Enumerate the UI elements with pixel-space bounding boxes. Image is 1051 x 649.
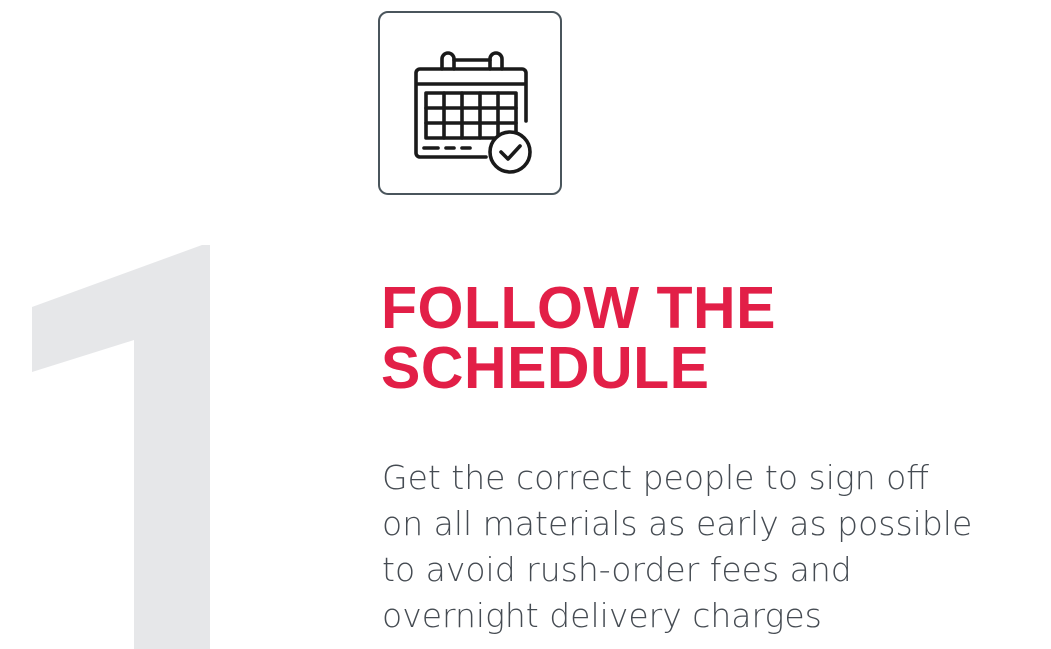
- step-description-line-3: to avoid rush-order fees and: [382, 550, 852, 589]
- step-title: FOLLOW THE SCHEDULE: [381, 278, 776, 398]
- step-description: Get the correct people to sign off on al…: [382, 455, 1042, 639]
- icon-card: [378, 11, 562, 195]
- step-description-line-4: overnight delivery charges: [382, 596, 822, 635]
- calendar-check-icon: [414, 51, 532, 174]
- step-number-one: [32, 245, 210, 649]
- step-title-line-1: FOLLOW THE: [381, 275, 776, 341]
- step-title-line-2: SCHEDULE: [381, 335, 710, 401]
- step-description-line-1: Get the correct people to sign off: [382, 458, 930, 497]
- step-description-line-2: on all materials as early as possible: [382, 504, 973, 543]
